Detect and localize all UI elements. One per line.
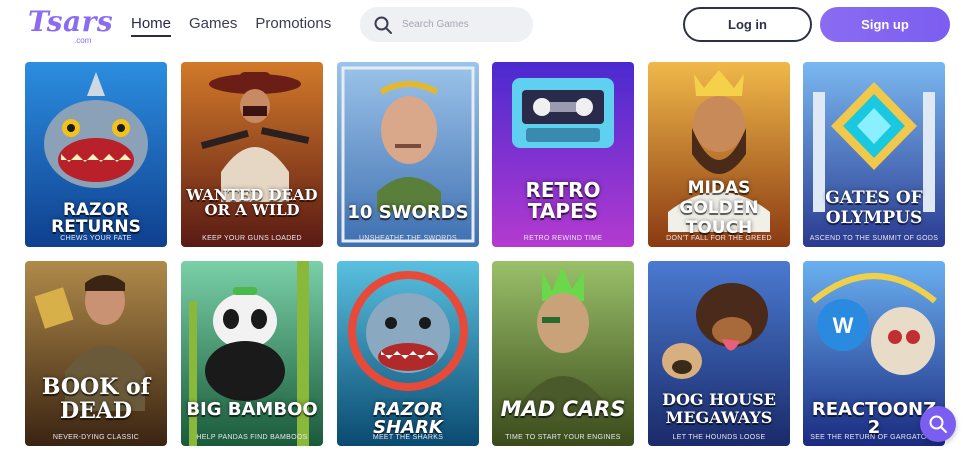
game-title: WANTED DEAD OR A WILD <box>186 186 318 219</box>
game-card-retro-tapes[interactable]: RETRO TAPES RETRO REWIND TIME <box>492 62 634 247</box>
game-tagline: CHEWS YOUR FATE <box>60 235 132 242</box>
game-card-mad-cars[interactable]: MAD CARS TIME TO START YOUR ENGINES <box>492 261 634 446</box>
game-card-razor-returns[interactable]: RAZOR RETURNS CHEWS YOUR FATE <box>25 62 167 247</box>
svg-text:W: W <box>833 313 854 338</box>
nav-games[interactable]: Games <box>189 14 237 37</box>
game-card-10-swords[interactable]: 10 SWORDS UNSHEATHE THE SWORDS <box>337 62 479 247</box>
nav-home[interactable]: Home <box>131 14 172 37</box>
logo-wordmark: Tsars <box>28 5 114 38</box>
nav-promotions[interactable]: Promotions <box>255 14 331 37</box>
game-card-gates-of-olympus[interactable]: GATES OF OLYMPUS ASCEND TO THE SUMMIT OF… <box>803 62 945 247</box>
game-title: RETRO TAPES <box>525 178 601 223</box>
game-title: RAZOR SHARK <box>372 399 443 438</box>
game-title: 10 SWORDS <box>347 202 469 223</box>
game-tagline: NEVER-DYING CLASSIC <box>52 434 140 441</box>
login-button[interactable]: Log in <box>683 7 812 42</box>
game-card-razor-shark[interactable]: RAZOR SHARK MEET THE SHARKS <box>337 261 479 446</box>
game-tagline: ASCEND TO THE SUMMIT OF GODS <box>809 235 939 242</box>
site-header: Tsars .com Home Games Promotions Log in … <box>0 0 970 52</box>
search-box[interactable] <box>360 7 533 42</box>
game-title: RAZOR RETURNS <box>51 200 141 237</box>
game-tagline: HELP PANDAS FIND BAMBOOS <box>196 434 308 441</box>
game-tagline: RETRO REWIND TIME <box>523 235 603 242</box>
game-tagline: KEEP YOUR GUNS LOADED <box>202 235 302 242</box>
game-tagline: MEET THE SHARKS <box>372 434 444 441</box>
game-card-big-bamboo[interactable]: BIG BAMBOO HELP PANDAS FIND BAMBOOS <box>181 261 323 446</box>
logo-domain: .com <box>74 36 92 45</box>
chat-search-button[interactable] <box>920 406 956 442</box>
brand-logo[interactable]: Tsars .com <box>28 5 114 46</box>
game-card-dog-house-megaways[interactable]: DOG HOUSE MEGAWAYS LET THE HOUNDS LOOSE <box>648 261 790 446</box>
game-title: MAD CARS <box>500 397 626 421</box>
game-tagline: LET THE HOUNDS LOOSE <box>672 434 766 441</box>
game-tagline: TIME TO START YOUR ENGINES <box>505 434 621 441</box>
game-title: BOOK of DEAD <box>41 374 151 424</box>
chat-search-icon <box>929 415 947 433</box>
game-title: MIDAS GOLDEN TOUCH <box>679 178 759 238</box>
casino-lobby-page: Tsars .com Home Games Promotions Log in … <box>0 0 970 450</box>
game-card-book-of-dead[interactable]: BOOK of DEAD NEVER-DYING CLASSIC <box>25 261 167 446</box>
search-icon <box>374 16 392 34</box>
wanted-dead-artwork <box>181 62 323 247</box>
game-tagline: UNSHEATHE THE SWORDS <box>359 235 457 242</box>
signup-button[interactable]: Sign up <box>820 7 950 42</box>
search-input[interactable] <box>402 7 527 42</box>
game-card-wanted-dead-or-a-wild[interactable]: WANTED DEAD OR A WILD KEEP YOUR GUNS LOA… <box>181 62 323 247</box>
game-tagline: DON'T FALL FOR THE GREED <box>666 235 772 242</box>
game-card-midas-golden-touch[interactable]: MIDAS GOLDEN TOUCH DON'T FALL FOR THE GR… <box>648 62 790 247</box>
game-title: DOG HOUSE MEGAWAYS <box>662 390 776 427</box>
main-nav: Home Games Promotions <box>131 14 331 37</box>
game-title: GATES OF OLYMPUS <box>825 188 923 228</box>
game-title: BIG BAMBOO <box>186 399 318 420</box>
